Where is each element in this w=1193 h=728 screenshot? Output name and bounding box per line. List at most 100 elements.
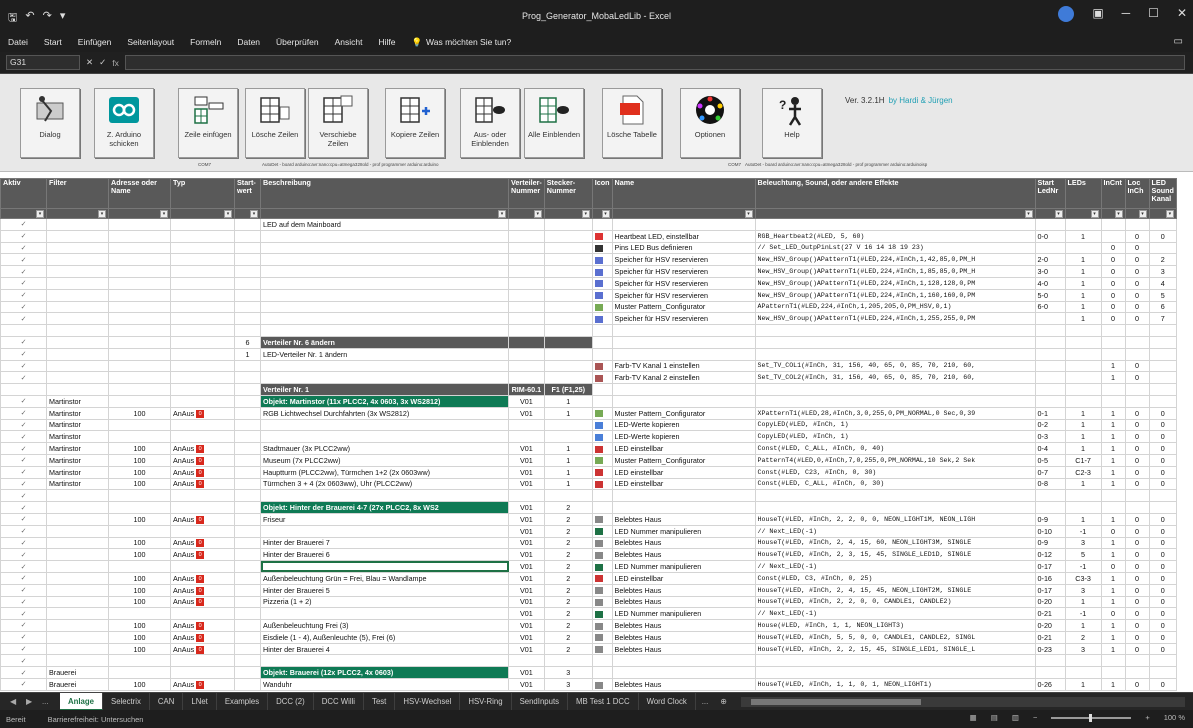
sound-cell[interactable] — [1148, 501, 1177, 514]
aktiv-cell[interactable]: ✓ — [0, 678, 47, 691]
icon-cell[interactable] — [591, 442, 613, 455]
col-effekte[interactable]: Beleuchtung, Sound, oder andere Effekte — [754, 178, 1036, 209]
tab-daten[interactable]: Daten — [237, 37, 260, 47]
type-marker-icon[interactable]: 0 — [196, 445, 205, 454]
verteiler-cell[interactable]: V01 — [508, 548, 545, 562]
incnt-cell[interactable] — [1100, 666, 1126, 680]
sound-cell[interactable]: 0 — [1148, 619, 1177, 632]
filter-dropdown-icon[interactable]: ▾ — [744, 209, 753, 218]
icon-cell[interactable] — [591, 347, 613, 361]
verteiler-cell[interactable] — [508, 229, 545, 243]
address-cell[interactable]: 100 — [108, 512, 171, 526]
address-cell[interactable] — [108, 394, 171, 408]
loc-inch-cell[interactable] — [1124, 489, 1150, 503]
col-icon[interactable]: Icon — [591, 178, 613, 209]
type-cell[interactable] — [170, 501, 235, 514]
sound-cell[interactable]: 4 — [1148, 276, 1177, 290]
icon-cell[interactable] — [591, 241, 613, 255]
sound-cell[interactable] — [1148, 335, 1177, 349]
aktiv-cell[interactable]: ✓ — [0, 453, 47, 467]
incnt-cell[interactable]: 1 — [1100, 418, 1126, 432]
address-cell[interactable] — [108, 241, 171, 255]
startwert-cell[interactable]: 6 — [234, 335, 261, 349]
type-cell[interactable]: AnAus 0 — [170, 512, 235, 526]
name-cell[interactable]: Speicher für HSV reservieren — [611, 253, 756, 267]
aktiv-cell[interactable]: ✓ — [0, 312, 47, 326]
effect-cell[interactable]: // Next_LED(-1) — [754, 524, 1036, 538]
table-row[interactable] — [0, 324, 1177, 337]
type-marker-icon[interactable]: 0 — [196, 645, 205, 654]
loc-inch-cell[interactable]: 0 — [1124, 583, 1150, 597]
table-row[interactable]: ✓ Martinstor 100 AnAus 0 Hauptturm (PLCC2ww),… — [0, 465, 1177, 479]
icon-cell[interactable] — [591, 630, 613, 644]
ribbon-display-options-icon[interactable]: ▣ — [1092, 6, 1103, 22]
minimize-button[interactable]: ─ — [1122, 6, 1131, 22]
loc-inch-cell[interactable] — [1124, 394, 1150, 408]
address-cell[interactable]: 100 — [108, 619, 171, 632]
loc-inch-cell[interactable]: 0 — [1124, 430, 1150, 444]
type-marker-icon[interactable]: 0 — [196, 409, 205, 418]
verteiler-cell[interactable] — [508, 347, 545, 361]
type-cell[interactable] — [170, 347, 235, 361]
filter-dropdown-icon[interactable]: ▾ — [601, 209, 610, 218]
verteiler-cell[interactable]: V01 — [508, 607, 545, 621]
loc-inch-cell[interactable]: 0 — [1124, 465, 1150, 479]
icon-cell[interactable] — [591, 607, 613, 621]
effect-cell[interactable]: Const(#LED, C3, #InCh, 0, 25) — [754, 571, 1036, 585]
type-cell[interactable] — [170, 300, 235, 314]
effect-cell[interactable]: HouseT(#LED, #InCh, 2, 2, 0, 0, NEON_LIG… — [754, 512, 1036, 526]
filter-cell[interactable] — [46, 548, 109, 562]
startwert-cell[interactable] — [234, 276, 261, 290]
leds-cell[interactable]: 1 — [1064, 477, 1102, 491]
incnt-cell[interactable]: 0 — [1100, 265, 1126, 278]
name-cell[interactable]: Muster Pattern_Configurator — [611, 406, 756, 420]
incnt-cell[interactable]: 1 — [1100, 678, 1126, 691]
filter-dropdown-icon[interactable]: ▾ — [581, 209, 590, 218]
address-cell[interactable] — [108, 276, 171, 290]
verteiler-cell[interactable]: V01 — [508, 512, 545, 526]
sound-cell[interactable]: 0 — [1148, 630, 1177, 644]
filter-cell[interactable]: Martinstor — [46, 465, 109, 479]
incnt-cell[interactable]: 1 — [1100, 536, 1126, 550]
name-cell[interactable]: Belebtes Haus — [611, 630, 756, 644]
leds-cell[interactable]: 1 — [1064, 276, 1102, 290]
options-button[interactable]: Optionen — [680, 88, 740, 158]
address-cell[interactable] — [108, 607, 171, 621]
leds-cell[interactable]: C3-3 — [1064, 571, 1102, 585]
aktiv-cell[interactable]: ✓ — [0, 335, 47, 349]
effect-cell[interactable]: // Next_LED(-1) — [754, 607, 1036, 621]
verteiler-cell[interactable] — [508, 300, 545, 314]
incnt-cell[interactable] — [1100, 218, 1126, 231]
leds-cell[interactable] — [1064, 324, 1102, 337]
stecker-cell[interactable] — [543, 312, 593, 326]
loc-inch-cell[interactable] — [1124, 666, 1150, 680]
description-cell[interactable]: Türmchen 3 + 4 (2x 0603ww), Uhr (PLCC2ww… — [260, 477, 509, 491]
enter-icon[interactable]: ✓ — [99, 57, 106, 68]
sound-cell[interactable] — [1148, 489, 1177, 503]
stecker-cell[interactable] — [543, 276, 593, 290]
leds-cell[interactable] — [1064, 241, 1102, 255]
type-marker-icon[interactable]: 0 — [196, 574, 205, 583]
filter-dropdown-icon[interactable]: ▾ — [1138, 209, 1147, 218]
effect-cell[interactable]: Set_TV_COL1(#InCh, 31, 156, 40, 65, 0, 8… — [754, 359, 1036, 373]
filter-cell[interactable] — [46, 630, 109, 644]
sheet-tab[interactable]: LNet — [183, 692, 217, 711]
leds-cell[interactable] — [1064, 394, 1102, 408]
insert-row-button[interactable]: Zeile einfügen — [178, 88, 238, 158]
start-led-cell[interactable]: 0-8 — [1034, 477, 1066, 491]
aktiv-cell[interactable]: ✓ — [0, 359, 47, 373]
aktiv-cell[interactable]: ✓ — [0, 666, 47, 680]
aktiv-cell[interactable]: ✓ — [0, 406, 47, 420]
leds-cell[interactable] — [1064, 654, 1102, 668]
address-cell[interactable]: 100 — [108, 536, 171, 550]
name-cell[interactable] — [611, 501, 756, 514]
incnt-cell[interactable]: 1 — [1100, 453, 1126, 467]
leds-cell[interactable]: -1 — [1064, 524, 1102, 538]
verteiler-cell[interactable]: V01 — [508, 406, 545, 420]
verteiler-cell[interactable]: V01 — [508, 642, 545, 656]
leds-cell[interactable]: 2 — [1064, 630, 1102, 644]
icon-cell[interactable] — [591, 501, 613, 514]
tab-hilfe[interactable]: Hilfe — [378, 37, 395, 47]
address-cell[interactable] — [108, 560, 171, 573]
verteiler-cell[interactable]: V01 — [508, 453, 545, 467]
